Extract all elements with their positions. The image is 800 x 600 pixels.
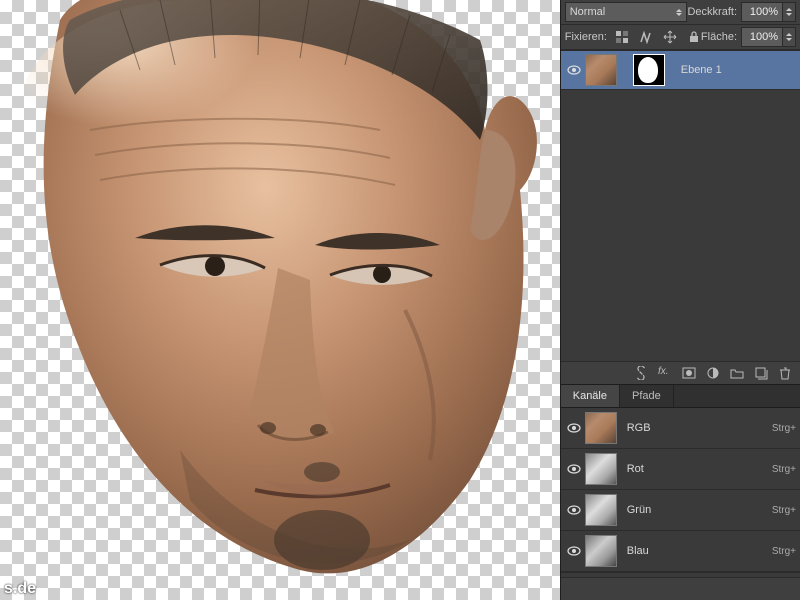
channels-tabs: Kanäle Pfade bbox=[561, 384, 800, 408]
channel-thumbnail bbox=[585, 494, 617, 526]
lock-transparency-icon[interactable] bbox=[615, 30, 629, 44]
channel-row[interactable]: Grün Strg+ bbox=[561, 490, 800, 531]
channels-footer bbox=[561, 577, 800, 600]
layers-options-row-2: Fixieren: Fläche: 100% bbox=[561, 25, 800, 50]
visibility-toggle[interactable] bbox=[563, 421, 585, 435]
layer-name[interactable]: Ebene 1 bbox=[681, 64, 722, 76]
watermark-text: s.de bbox=[4, 580, 36, 598]
channel-row[interactable]: Rot Strg+ bbox=[561, 449, 800, 490]
lock-label: Fixieren: bbox=[565, 31, 607, 43]
channel-shortcut: Strg+ bbox=[772, 546, 798, 557]
lock-pixels-icon[interactable] bbox=[639, 30, 653, 44]
fill-label: Fläche: bbox=[701, 31, 737, 43]
group-icon[interactable] bbox=[730, 366, 744, 380]
channel-thumbnail bbox=[585, 412, 617, 444]
layer-thumbnail[interactable] bbox=[585, 54, 617, 86]
visibility-toggle[interactable] bbox=[563, 503, 585, 517]
layer-image bbox=[0, 0, 540, 600]
opacity-stepper[interactable] bbox=[782, 2, 796, 22]
layer-row[interactable]: Ebene 1 bbox=[561, 50, 800, 90]
trash-icon[interactable] bbox=[778, 366, 792, 380]
link-layers-icon[interactable] bbox=[634, 366, 648, 380]
opacity-label: Deckkraft: bbox=[687, 6, 737, 18]
document-canvas[interactable]: s.de bbox=[0, 0, 560, 600]
visibility-toggle[interactable] bbox=[563, 63, 585, 77]
select-arrows-icon bbox=[676, 9, 682, 16]
fx-icon[interactable]: fx. bbox=[658, 366, 672, 380]
lock-position-icon[interactable] bbox=[663, 30, 677, 44]
tab-channels[interactable]: Kanäle bbox=[561, 385, 620, 407]
channel-shortcut: Strg+ bbox=[772, 464, 798, 475]
channel-thumbnail bbox=[585, 453, 617, 485]
channel-name: Rot bbox=[623, 463, 772, 475]
channel-thumbnail bbox=[585, 535, 617, 567]
opacity-field[interactable]: 100% bbox=[741, 2, 796, 22]
channel-name: Grün bbox=[623, 504, 772, 516]
channels-list: RGB Strg+ Rot Strg+ Grün Strg+ Blau Strg… bbox=[561, 408, 800, 577]
channel-shortcut: Strg+ bbox=[772, 423, 798, 434]
layers-footer: fx. bbox=[561, 361, 800, 384]
channel-row[interactable]: Blau Strg+ bbox=[561, 531, 800, 572]
adjustment-layer-icon[interactable] bbox=[706, 366, 720, 380]
tab-paths[interactable]: Pfade bbox=[620, 385, 674, 407]
layers-list: Ebene 1 bbox=[561, 50, 800, 361]
blend-mode-value: Normal bbox=[570, 6, 605, 18]
visibility-toggle[interactable] bbox=[563, 544, 585, 558]
layers-options-row-1: Normal Deckkraft: 100% bbox=[561, 0, 800, 25]
fill-value: 100% bbox=[741, 27, 782, 47]
channel-shortcut: Strg+ bbox=[772, 505, 798, 516]
add-mask-icon[interactable] bbox=[682, 366, 696, 380]
new-layer-icon[interactable] bbox=[754, 366, 768, 380]
fill-stepper[interactable] bbox=[782, 27, 796, 47]
blend-mode-select[interactable]: Normal bbox=[565, 2, 687, 22]
visibility-toggle[interactable] bbox=[563, 462, 585, 476]
layer-mask-thumbnail[interactable] bbox=[633, 54, 665, 86]
fill-field[interactable]: 100% bbox=[741, 27, 796, 47]
channel-name: RGB bbox=[623, 422, 772, 434]
lock-all-icon[interactable] bbox=[687, 30, 701, 44]
channel-name: Blau bbox=[623, 545, 772, 557]
channel-row[interactable]: RGB Strg+ bbox=[561, 408, 800, 449]
opacity-value: 100% bbox=[741, 2, 782, 22]
